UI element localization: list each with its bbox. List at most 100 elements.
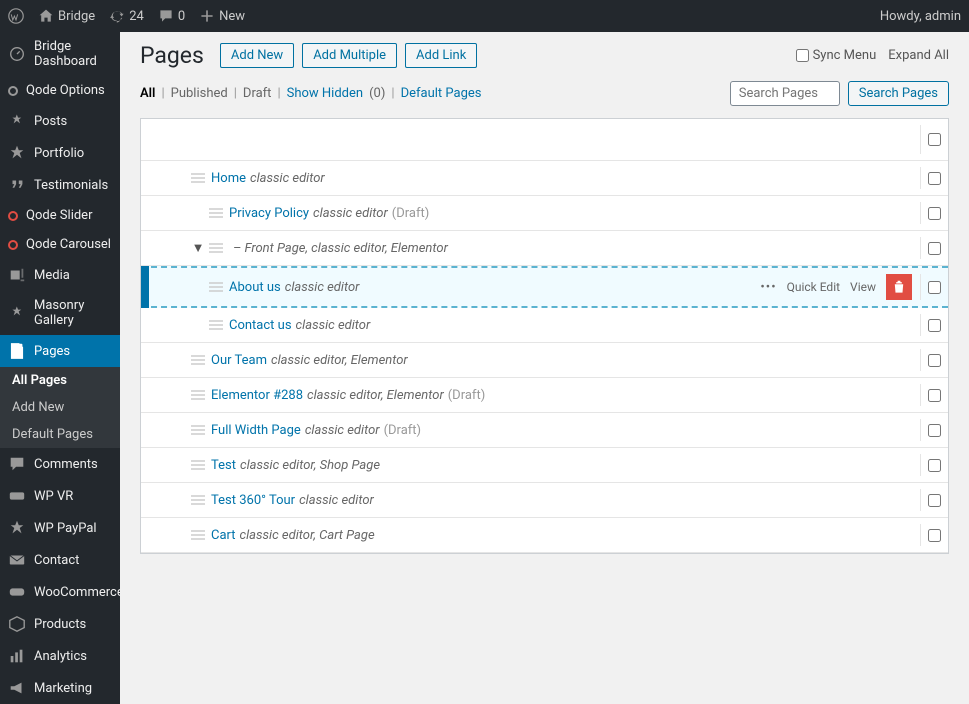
drag-handle-icon[interactable]: [209, 282, 223, 292]
menu-comments[interactable]: Comments: [0, 448, 120, 480]
table-row: Cart classic editor, Cart Page: [141, 518, 948, 553]
menu-qode-carousel[interactable]: Qode Carousel: [0, 230, 120, 259]
new-label: New: [219, 9, 245, 24]
submenu-default-pages[interactable]: Default Pages: [0, 421, 120, 448]
site-link[interactable]: Bridge: [38, 8, 95, 24]
row-checkbox[interactable]: [928, 242, 941, 255]
page-meta: classic editor: [299, 493, 374, 508]
add-link-button[interactable]: Add Link: [405, 43, 477, 68]
submenu-add-new[interactable]: Add New: [0, 394, 120, 421]
menu-portfolio[interactable]: Portfolio: [0, 137, 120, 169]
row-checkbox[interactable]: [928, 172, 941, 185]
site-name: Bridge: [58, 9, 95, 24]
menu-posts[interactable]: Posts: [0, 105, 120, 137]
filter-draft[interactable]: Draft: [243, 86, 272, 101]
row-checkbox[interactable]: [928, 424, 941, 437]
table-row: Test classic editor, Shop Page: [141, 448, 948, 483]
menu-analytics[interactable]: Analytics: [0, 640, 120, 672]
quick-edit-link[interactable]: Quick Edit: [787, 280, 840, 294]
drag-handle-icon[interactable]: [191, 425, 205, 435]
menu-qode-options[interactable]: Qode Options: [0, 76, 120, 105]
menu-qode-slider[interactable]: Qode Slider: [0, 201, 120, 230]
filter-default-pages[interactable]: Default Pages: [401, 86, 482, 101]
row-checkbox[interactable]: [928, 354, 941, 367]
add-new-button[interactable]: Add New: [220, 43, 294, 68]
howdy[interactable]: Howdy, admin: [880, 9, 961, 24]
row-checkbox[interactable]: [928, 281, 941, 294]
menu-woocommerce[interactable]: WooCommerce: [0, 576, 120, 608]
table-row: [141, 119, 948, 161]
drag-handle-icon[interactable]: [209, 208, 223, 218]
new-link[interactable]: New: [199, 8, 245, 24]
drag-handle-icon[interactable]: [191, 355, 205, 365]
page-title-link[interactable]: Cart: [211, 528, 236, 543]
page-title-link[interactable]: Elementor #288: [211, 388, 303, 403]
page-title-link[interactable]: Contact us: [229, 318, 292, 333]
filter-published[interactable]: Published: [171, 86, 228, 101]
comments-link[interactable]: 0: [158, 8, 185, 24]
menu-contact[interactable]: Contact: [0, 544, 120, 576]
drag-handle-icon[interactable]: [209, 243, 223, 253]
drag-handle-icon[interactable]: [191, 173, 205, 183]
delete-button[interactable]: [886, 274, 912, 300]
menu-wp-vr[interactable]: WP VR: [0, 480, 120, 512]
row-checkbox[interactable]: [928, 319, 941, 332]
sync-checkbox[interactable]: [796, 49, 809, 62]
filter-show-hidden[interactable]: Show Hidden: [287, 86, 363, 101]
row-checkbox[interactable]: [928, 207, 941, 220]
drag-handle-icon[interactable]: [209, 320, 223, 330]
page-title[interactable]: – Front Page, classic editor, Elementor: [233, 241, 448, 256]
page-title-link[interactable]: Home: [211, 171, 246, 186]
menu-testimonials[interactable]: Testimonials: [0, 169, 120, 201]
page-title-link[interactable]: Privacy Policy: [229, 206, 309, 221]
row-checkbox[interactable]: [928, 459, 941, 472]
pages-table: Home classic editor Privacy Policy classi…: [140, 118, 949, 554]
page-title-link[interactable]: Full Width Page: [211, 423, 301, 438]
table-row: Full Width Page classic editor (Draft): [141, 413, 948, 448]
page-title-link[interactable]: About us: [229, 280, 281, 295]
page-meta: classic editor: [285, 280, 360, 295]
table-row: ▼ – Front Page, classic editor, Elementor: [141, 231, 948, 266]
updates-count: 24: [129, 9, 144, 24]
table-row: Contact us classic editor: [141, 308, 948, 343]
submenu-all-pages[interactable]: All Pages: [0, 367, 120, 394]
row-checkbox[interactable]: [928, 389, 941, 402]
collapse-caret-icon[interactable]: ▼: [191, 240, 205, 256]
more-actions-icon[interactable]: •••: [760, 280, 776, 295]
search-input[interactable]: [730, 81, 840, 106]
sync-menu-toggle[interactable]: Sync Menu: [796, 48, 877, 63]
page-title-link[interactable]: Test 360° Tour: [211, 493, 295, 508]
table-row: Home classic editor: [141, 161, 948, 196]
drag-handle-icon[interactable]: [191, 390, 205, 400]
drag-handle-icon[interactable]: [191, 495, 205, 505]
page-title-link[interactable]: Our Team: [211, 353, 267, 368]
menu-masonry-gallery[interactable]: Masonry Gallery: [0, 291, 120, 335]
menu-wp-paypal[interactable]: WP PayPal: [0, 512, 120, 544]
comments-count: 0: [178, 9, 185, 24]
page-meta: classic editor, Cart Page: [240, 528, 375, 543]
drag-handle-icon[interactable]: [191, 530, 205, 540]
page-header: Pages Add New Add Multiple Add Link Sync…: [120, 32, 969, 77]
menu-pages[interactable]: Pages: [0, 335, 120, 367]
menu-media[interactable]: Media: [0, 259, 120, 291]
menu-marketing[interactable]: Marketing: [0, 672, 120, 704]
wp-logo[interactable]: [8, 8, 24, 24]
row-checkbox[interactable]: [928, 133, 941, 146]
table-row: Our Team classic editor, Elementor: [141, 343, 948, 378]
page-meta: classic editor: [296, 318, 371, 333]
row-checkbox[interactable]: [928, 494, 941, 507]
main-content: Pages Add New Add Multiple Add Link Sync…: [120, 32, 969, 704]
expand-all-link[interactable]: Expand All: [888, 48, 949, 63]
menu-bridge-dashboard[interactable]: Bridge Dashboard: [0, 32, 120, 76]
view-link[interactable]: View: [850, 280, 876, 294]
updates-link[interactable]: 24: [109, 8, 144, 24]
row-checkbox[interactable]: [928, 529, 941, 542]
admin-bar: Bridge 24 0 New Howdy, admin: [0, 0, 969, 32]
search-button[interactable]: Search Pages: [848, 81, 949, 106]
page-status: (Draft): [448, 388, 486, 403]
page-title-link[interactable]: Test: [211, 458, 236, 473]
menu-products[interactable]: Products: [0, 608, 120, 640]
filter-all[interactable]: All: [140, 86, 155, 101]
drag-handle-icon[interactable]: [191, 460, 205, 470]
add-multiple-button[interactable]: Add Multiple: [302, 43, 397, 68]
